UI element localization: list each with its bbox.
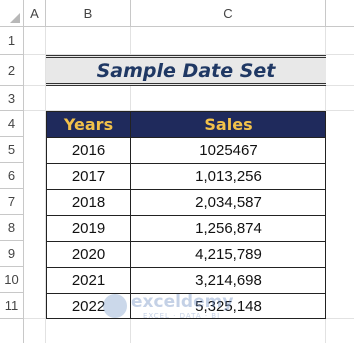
cell-sales[interactable]: 3,214,698 [131,267,326,293]
cell-year[interactable]: 2018 [46,189,131,215]
select-all-triangle-icon [10,13,20,23]
cell-year[interactable]: 2022 [46,293,131,319]
cell-year[interactable]: 2021 [46,267,131,293]
cell-sales[interactable]: 5,325,148 [131,293,326,319]
column-header-b[interactable]: B [46,0,131,27]
page-title[interactable]: Sample Date Set [46,55,326,86]
row-header-7[interactable]: 7 [0,189,24,215]
cell-year[interactable]: 2016 [46,137,131,163]
column-header-a[interactable]: A [24,0,46,27]
row-header-4[interactable]: 4 [0,111,24,137]
row-header-3[interactable]: 3 [0,86,24,111]
row-header-11[interactable]: 11 [0,293,24,319]
row-header-8[interactable]: 8 [0,215,24,241]
table-divider [46,241,326,242]
row-header-1[interactable]: 1 [0,27,24,55]
cell-sales[interactable]: 1025467 [131,137,326,163]
cell-sales[interactable]: 1,013,256 [131,163,326,189]
row-header-12[interactable] [0,319,24,343]
column-header-d[interactable] [326,0,354,27]
select-all-button[interactable] [0,0,24,27]
row-header-6[interactable]: 6 [0,163,24,189]
row-header-2[interactable]: 2 [0,55,24,86]
table-divider [46,215,326,216]
cell-sales[interactable]: 4,215,789 [131,241,326,267]
table-divider [46,189,326,190]
row-header-10[interactable]: 10 [0,267,24,293]
cell-year[interactable]: 2020 [46,241,131,267]
table-divider [46,267,326,268]
header-years[interactable]: Years [46,111,131,137]
row-header-5[interactable]: 5 [0,137,24,163]
cell-year[interactable]: 2017 [46,163,131,189]
header-sales[interactable]: Sales [131,111,326,137]
cell-sales[interactable]: 2,034,587 [131,189,326,215]
row-header-9[interactable]: 9 [0,241,24,267]
table-divider [46,137,326,138]
cell-sales[interactable]: 1,256,874 [131,215,326,241]
column-header-c[interactable]: C [131,0,326,27]
cell-year[interactable]: 2019 [46,215,131,241]
table-divider [46,293,326,294]
table-divider [46,163,326,164]
